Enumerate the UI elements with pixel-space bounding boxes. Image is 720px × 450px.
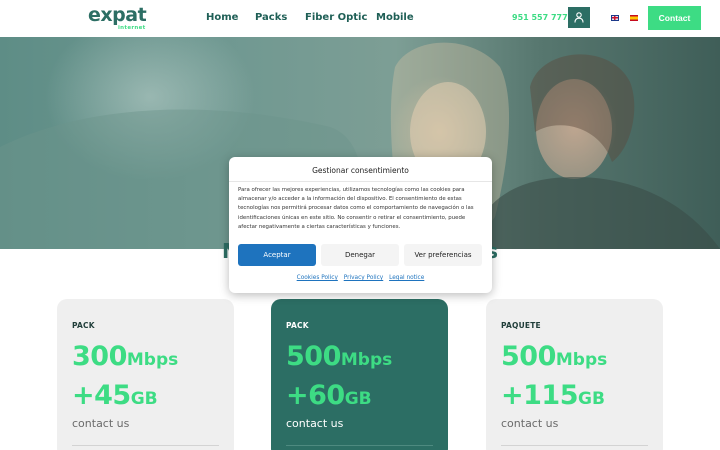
data-unit: GB: [344, 389, 372, 409]
data-unit: GB: [577, 389, 605, 409]
card-data: +45GB: [72, 378, 158, 417]
pack-card-500[interactable]: PACK 500Mbps +60GB contact us: [271, 299, 448, 450]
card-contact-link[interactable]: contact us: [501, 417, 558, 431]
consent-divider: [229, 181, 492, 182]
speed-value: 300: [72, 341, 127, 372]
data-value: +60: [286, 380, 345, 411]
card-speed: 500Mbps: [286, 339, 392, 378]
card-tag: PACK: [72, 321, 95, 330]
nav-packs[interactable]: Packs: [255, 11, 287, 25]
consent-links: Cookies Policy Privacy Policy Legal noti…: [229, 274, 492, 282]
card-tag: PAQUETE: [501, 321, 541, 330]
cookies-policy-link[interactable]: Cookies Policy: [297, 275, 338, 281]
card-contact-link[interactable]: contact us: [286, 417, 343, 431]
speed-value: 500: [286, 341, 341, 372]
contact-button[interactable]: Contact: [648, 6, 701, 30]
site-header: expat internet Home Packs Fiber Optic Mo…: [0, 0, 720, 37]
card-contact-link[interactable]: contact us: [72, 417, 129, 431]
user-icon: [574, 12, 584, 23]
data-value: +115: [501, 380, 578, 411]
english-flag-icon[interactable]: [611, 15, 619, 21]
account-button[interactable]: [568, 7, 590, 28]
card-divider: [286, 445, 433, 446]
pack-card-300[interactable]: PACK 300Mbps +45GB contact us: [57, 299, 234, 450]
data-unit: GB: [130, 389, 158, 409]
consent-message: Para ofrecer las mejores experiencias, u…: [238, 187, 474, 230]
card-data: +115GB: [501, 378, 605, 417]
card-tag: PACK: [286, 321, 309, 330]
accept-button[interactable]: Aceptar: [238, 244, 316, 266]
card-speed: 500Mbps: [501, 339, 607, 378]
nav-fiber-optic[interactable]: Fiber Optic: [305, 11, 367, 25]
logo-subtitle: internet: [118, 25, 146, 31]
card-divider: [501, 445, 648, 446]
spanish-flag-icon[interactable]: [630, 15, 638, 21]
speed-unit: Mbps: [340, 350, 393, 370]
speed-value: 500: [501, 341, 556, 372]
nav-home[interactable]: Home: [206, 11, 238, 25]
speed-unit: Mbps: [126, 350, 179, 370]
view-preferences-button[interactable]: Ver preferencias: [404, 244, 482, 266]
paquete-card-500[interactable]: PAQUETE 500Mbps +115GB contact us: [486, 299, 663, 450]
deny-button[interactable]: Denegar: [321, 244, 399, 266]
cookie-consent-dialog: Gestionar consentimiento Para ofrecer la…: [229, 157, 492, 293]
nav-mobile[interactable]: Mobile: [376, 11, 414, 25]
legal-notice-link[interactable]: Legal notice: [389, 275, 424, 281]
expat-internet-logo[interactable]: expat internet: [88, 4, 148, 32]
consent-title: Gestionar consentimiento: [312, 166, 409, 175]
phone-number[interactable]: 951 557 777: [512, 13, 568, 23]
logo-wordmark: expat: [88, 4, 147, 26]
privacy-policy-link[interactable]: Privacy Policy: [344, 275, 384, 281]
card-divider: [72, 445, 219, 446]
card-speed: 300Mbps: [72, 339, 178, 378]
card-data: +60GB: [286, 378, 372, 417]
data-value: +45: [72, 380, 131, 411]
speed-unit: Mbps: [555, 350, 608, 370]
